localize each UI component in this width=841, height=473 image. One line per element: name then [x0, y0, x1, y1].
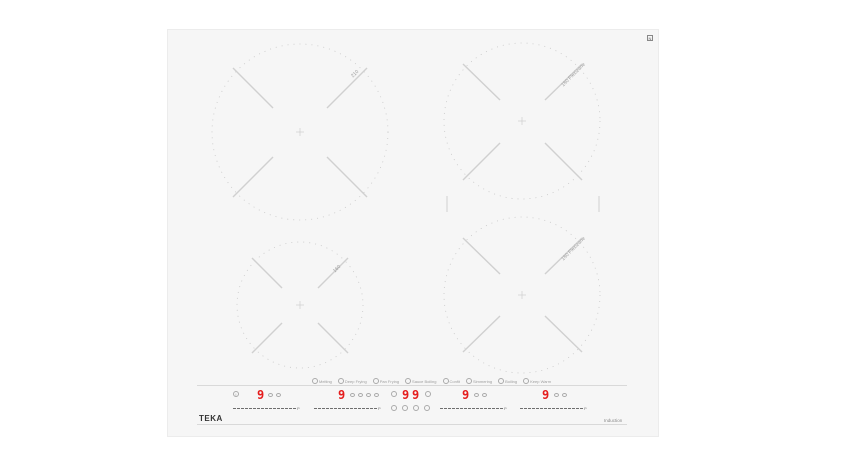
timer-display-tens: 9	[402, 388, 410, 402]
zone-2-power-slider[interactable]: P	[314, 406, 381, 411]
brand-logo: TEKA	[199, 414, 223, 423]
boiling-icon	[498, 378, 505, 384]
function-boiling[interactable]: Boiling	[498, 378, 517, 384]
pot-icon	[268, 393, 273, 397]
cooking-zone-rear-left[interactable]	[211, 43, 389, 221]
pause-icon[interactable]	[374, 393, 379, 397]
zone-2-display: 9	[338, 388, 346, 402]
melting-icon	[312, 378, 318, 384]
technology-label: Induction	[604, 418, 623, 423]
function-simmering[interactable]: Simmering	[465, 378, 492, 384]
function-deep-frying[interactable]: Deep Frying	[337, 378, 367, 384]
pan-icon	[482, 393, 487, 397]
pan-icon	[562, 393, 567, 397]
pan-icon	[358, 393, 363, 397]
power-icon: i	[235, 392, 237, 397]
confit-icon	[442, 378, 449, 384]
cooking-zones	[211, 42, 601, 374]
zone-4-power-slider[interactable]: P	[520, 406, 587, 411]
timer-display-units: 9	[412, 388, 420, 402]
zone-1-power-slider[interactable]: P	[233, 406, 300, 411]
lock-icon[interactable]	[366, 393, 371, 397]
pot-icon	[554, 393, 559, 397]
sauce-boiling-icon	[405, 378, 412, 384]
timer-minus-button[interactable]	[402, 405, 408, 411]
function-confit[interactable]: Confit	[442, 378, 460, 384]
pan-icon	[276, 393, 281, 397]
cooking-zone-front-left[interactable]	[236, 241, 364, 369]
timer-plus-button[interactable]	[413, 405, 419, 411]
simmering-icon	[465, 378, 472, 384]
divider	[197, 424, 627, 425]
function-pan-frying[interactable]: Pan Frying	[372, 378, 399, 384]
power-button[interactable]: i	[233, 391, 239, 397]
function-melting[interactable]: Melting	[312, 378, 332, 384]
timer-zone-select-button[interactable]	[391, 405, 397, 411]
pot-icon	[350, 393, 355, 397]
zone-3-display: 9	[462, 388, 470, 402]
timer-icon[interactable]	[391, 391, 397, 397]
pan-frying-icon	[372, 378, 379, 384]
cooking-functions-row: Melting Deep Frying Pan Frying Sauce Boi…	[312, 378, 551, 384]
timer-confirm-button[interactable]	[424, 405, 430, 411]
corner-logo-icon: N	[647, 35, 653, 41]
deep-frying-icon	[337, 378, 344, 384]
zone-1-display: 9	[257, 388, 265, 402]
function-sauce-boiling[interactable]: Sauce Boiling	[405, 378, 437, 384]
zone-4-display: 9	[542, 388, 550, 402]
pot-icon	[474, 393, 479, 397]
divider	[197, 385, 627, 386]
timer-plus-icon[interactable]	[425, 391, 431, 397]
function-keep-warm[interactable]: Keep Warm	[523, 378, 551, 384]
zone-3-power-slider[interactable]: P	[440, 406, 507, 411]
keep-warm-icon	[523, 378, 530, 384]
